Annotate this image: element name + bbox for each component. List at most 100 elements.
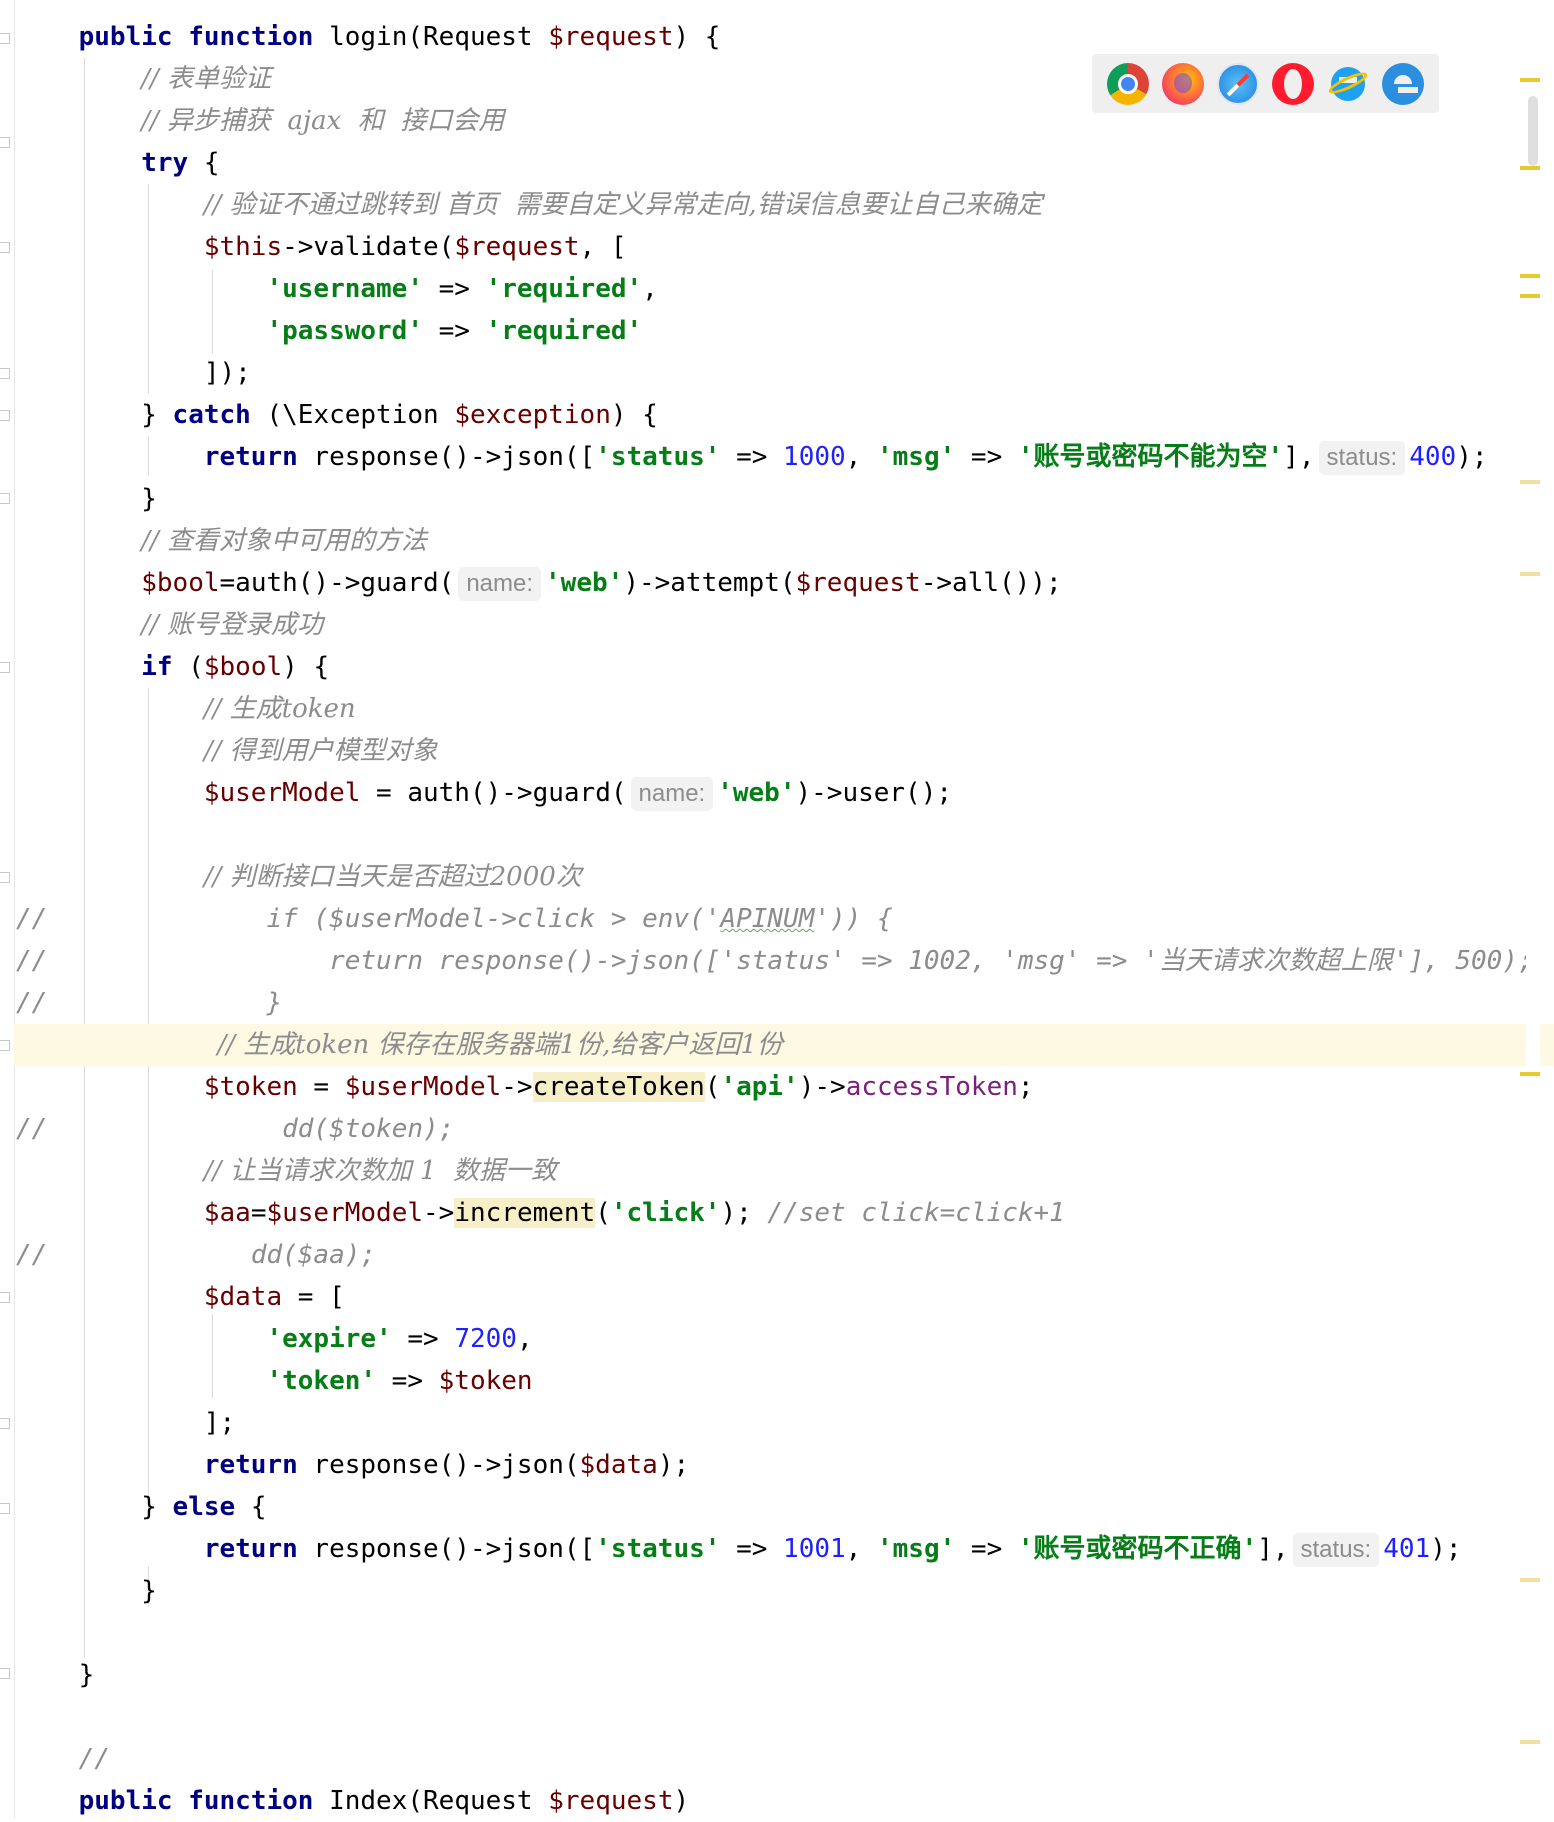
code-line[interactable]: } catch (\Exception $exception) {	[16, 394, 658, 436]
parameter-hint: name:	[458, 567, 542, 601]
code-comment: //	[16, 1114, 48, 1144]
variable: $token	[203, 1072, 298, 1102]
code-line[interactable]: // 账号登录成功	[16, 604, 323, 646]
keyword: function	[188, 22, 314, 52]
code-line[interactable]: }	[16, 478, 157, 520]
code-line[interactable]: return response()->json(['status' => 100…	[16, 1528, 1462, 1570]
code-line[interactable]: // 让当请求次数加 1 数据一致	[16, 1150, 557, 1192]
parameter-hint: status:	[1292, 1533, 1380, 1567]
fold-marker-icon[interactable]	[0, 872, 10, 883]
highlighted-method[interactable]: createToken	[532, 1072, 705, 1102]
error-stripe-marker[interactable]	[1520, 78, 1540, 82]
error-stripe-marker[interactable]	[1520, 1578, 1540, 1582]
code-line[interactable]: // dd($token);	[16, 1108, 454, 1150]
code-line[interactable]: // 查看对象中可用的方法	[16, 520, 427, 562]
code-line[interactable]: ]);	[16, 352, 251, 394]
code-text: =>	[376, 1366, 439, 1396]
code-line[interactable]: $userModel = auth()->guard(name:'web')->…	[16, 772, 952, 814]
error-stripe-marker[interactable]	[1520, 166, 1540, 170]
fold-marker-icon[interactable]	[0, 1292, 10, 1303]
fold-marker-icon[interactable]	[0, 1503, 10, 1514]
scrollbar-thumb[interactable]	[1528, 96, 1538, 166]
fold-marker-icon[interactable]	[0, 33, 10, 44]
code-comment: dd($aa);	[250, 1240, 377, 1270]
code-line[interactable]: public function Index(Request $request)	[16, 1780, 690, 1822]
code-line[interactable]: 'password' => 'required'	[16, 310, 642, 352]
fold-marker-icon[interactable]	[0, 137, 10, 148]
fold-marker-icon[interactable]	[0, 410, 10, 421]
keyword: if	[141, 652, 173, 682]
code-line[interactable]: // dd($aa);	[16, 1234, 376, 1276]
edge-icon[interactable]	[1382, 62, 1425, 105]
code-line[interactable]: $bool=auth()->guard(name:'web')->attempt…	[16, 562, 1062, 604]
fold-marker-icon[interactable]	[0, 1040, 10, 1051]
fold-marker-icon[interactable]	[0, 493, 10, 504]
code-line[interactable]: ];	[16, 1402, 235, 1444]
code-line[interactable]: // 验证不通过跳转到 首页 需要自定义异常走向,错误信息要让自己来确定	[16, 184, 1043, 226]
code-text: ]);	[203, 358, 251, 388]
code-line[interactable]: }	[16, 1654, 95, 1696]
safari-icon[interactable]	[1216, 62, 1259, 105]
code-line[interactable]: $aa=$userModel->increment('click'); //se…	[16, 1192, 1065, 1234]
error-stripe-marker[interactable]	[1520, 274, 1540, 278]
code-line[interactable]: 'expire' => 7200,	[16, 1318, 532, 1360]
string-literal: 'web'	[717, 778, 796, 808]
code-line[interactable]: 'token' => $token	[16, 1360, 532, 1402]
code-line[interactable]: $this->validate($request, [	[16, 226, 627, 268]
fold-marker-icon[interactable]	[0, 368, 10, 379]
variable: $data	[203, 1282, 283, 1312]
vertical-scrollbar[interactable]	[1526, 0, 1540, 1818]
ie-icon[interactable]	[1326, 63, 1370, 105]
code-line[interactable]: // 表单验证	[16, 58, 271, 100]
number-literal: 1000	[783, 442, 846, 472]
code-comment: // 让当请求次数加 1 数据一致	[203, 1156, 557, 1186]
error-stripe-marker[interactable]	[1520, 1740, 1540, 1744]
fold-marker-icon[interactable]	[0, 1668, 10, 1679]
code-line[interactable]: public function login(Request $request) …	[16, 16, 721, 58]
code-text: =>	[423, 274, 486, 304]
code-line[interactable]: }	[16, 1570, 157, 1612]
code-text: =>	[955, 442, 1018, 472]
firefox-icon[interactable]	[1161, 62, 1204, 105]
code-comment: // 判断接口当天是否超过2000次	[203, 862, 582, 892]
number-literal: 1001	[783, 1534, 846, 1564]
code-line[interactable]: // if ($userModel->click > env('APINUM')…	[16, 898, 893, 940]
code-line[interactable]: return response()->json(['status' => 100…	[16, 436, 1488, 478]
code-text: ,	[845, 442, 877, 472]
fold-marker-icon[interactable]	[0, 662, 10, 673]
error-stripe-marker[interactable]	[1520, 480, 1540, 484]
code-line[interactable]: } else {	[16, 1486, 266, 1528]
code-line[interactable]: // 生成token	[16, 688, 356, 730]
error-stripe-marker[interactable]	[1520, 1072, 1540, 1076]
code-text: ) {	[610, 400, 658, 430]
keyword: public	[78, 1786, 173, 1816]
fold-marker-icon[interactable]	[0, 1418, 10, 1429]
fold-marker-icon[interactable]	[0, 242, 10, 253]
property: accessToken	[845, 1072, 1018, 1102]
code-line[interactable]: return response()->json($data);	[16, 1444, 689, 1486]
code-line[interactable]: // 得到用户模型对象	[16, 730, 438, 772]
code-line[interactable]: // 判断接口当天是否超过2000次	[16, 856, 582, 898]
current-code-line[interactable]: // 生成token 保存在服务器端1份,给客户返回1份	[14, 1024, 1554, 1066]
opera-icon[interactable]	[1272, 62, 1315, 105]
code-line[interactable]: 'username' => 'required',	[16, 268, 657, 310]
code-line[interactable]: if ($bool) {	[16, 646, 329, 688]
code-text: =>	[391, 1324, 455, 1354]
code-line[interactable]: $data = [	[16, 1276, 345, 1318]
code-text: )->user();	[795, 778, 953, 808]
code-text: }	[141, 400, 173, 430]
code-line[interactable]: //	[16, 1738, 110, 1780]
chrome-icon[interactable]	[1106, 62, 1149, 105]
error-stripe-marker[interactable]	[1520, 294, 1540, 298]
error-stripe-marker[interactable]	[1520, 572, 1540, 576]
code-text: ->all());	[920, 568, 1062, 598]
code-line[interactable]: // return response()->json(['status' => …	[16, 940, 1534, 982]
code-text: =>	[423, 316, 486, 346]
code-line[interactable]: try {	[16, 142, 219, 184]
code-text: (\Exception	[250, 400, 455, 430]
code-line[interactable]: // }	[16, 982, 282, 1024]
code-line[interactable]: $token = $userModel->createToken('api')-…	[16, 1066, 1034, 1108]
code-line[interactable]: // 异步捕获 ajax 和 接口会用	[16, 100, 504, 142]
code-editor[interactable]: public function login(Request $request) …	[0, 0, 1554, 1818]
highlighted-method[interactable]: increment	[454, 1198, 596, 1228]
